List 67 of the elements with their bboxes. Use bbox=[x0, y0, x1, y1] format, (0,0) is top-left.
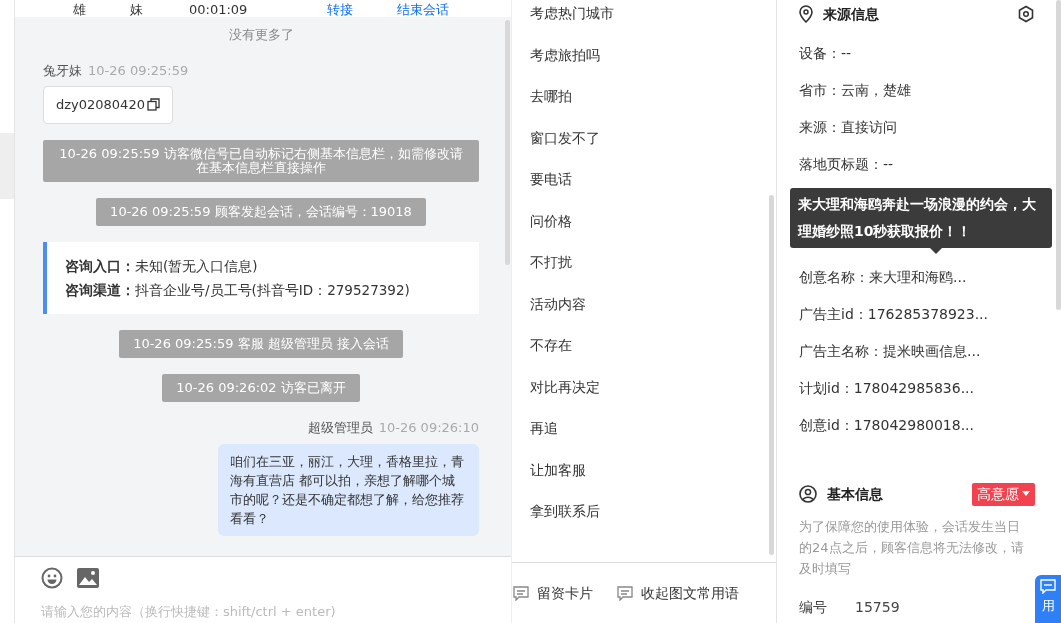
field-value: 抖音企业号/员工号(抖音号ID：279527392) bbox=[135, 281, 410, 298]
quick-phrase[interactable]: 考虑热门城市 bbox=[530, 5, 614, 21]
field-value: 15759 bbox=[855, 598, 900, 617]
field-label: 咨询渠道： bbox=[65, 281, 135, 298]
image-icon[interactable] bbox=[77, 568, 99, 588]
scrollbar[interactable] bbox=[769, 195, 774, 555]
message-icon bbox=[513, 585, 529, 601]
info-row-text: 设备：-- bbox=[799, 44, 853, 63]
action-button[interactable]: 收起图文常用语 bbox=[617, 582, 739, 604]
quick-phrase[interactable]: 不打扰 bbox=[530, 254, 572, 270]
header-cell: 雄 bbox=[73, 2, 86, 17]
message-icon bbox=[617, 585, 633, 601]
quick-phrase[interactable]: 窗口发不了 bbox=[530, 129, 600, 146]
info-row-text: 计划id：178042985836... bbox=[799, 379, 975, 398]
caret-icon bbox=[1022, 491, 1030, 497]
quick-phrase[interactable]: 再追 bbox=[530, 420, 558, 436]
action-button[interactable]: 留资卡片 bbox=[513, 582, 593, 604]
header-cell: 00:01:09 bbox=[189, 2, 248, 17]
info-row-text: 广告主名称：提米映画信息... bbox=[799, 342, 982, 361]
message-icon bbox=[1040, 579, 1056, 594]
section-title: 来源信息 bbox=[823, 4, 879, 24]
quick-phrase[interactable]: 去哪拍 bbox=[530, 88, 572, 104]
quick-phrase[interactable]: 让加客服 bbox=[530, 461, 586, 478]
quick-phrase[interactable]: 拿到联系后 bbox=[530, 503, 600, 519]
quick-phrase[interactable]: 考虑旅拍吗 bbox=[530, 46, 600, 63]
system-message: 10-26 09:25:59 访客微信号已自动标记右侧基本信息栏，如需修改请在基本信息栏直接操作 bbox=[43, 139, 479, 182]
info-row-text: 广告主id：176285378923... bbox=[799, 305, 989, 324]
copy-icon[interactable] bbox=[146, 98, 160, 112]
header-link[interactable]: 结束会话 bbox=[397, 2, 450, 17]
message-time: 10-26 09:25:59 bbox=[88, 62, 189, 78]
message-input[interactable]: 请输入您的内容（换行快捷键：shift/ctrl + enter) bbox=[15, 589, 511, 623]
info-row-text: 落地页标题：-- bbox=[799, 155, 895, 174]
tooltip-arrow-icon bbox=[930, 248, 942, 254]
system-message: 10-26 09:26:02 访客已离开 bbox=[162, 374, 360, 402]
message-time: 10-26 09:26:10 bbox=[378, 420, 479, 435]
info-row-text: 创意名称：来大理和海鸥... bbox=[799, 268, 968, 287]
system-message: 10-26 09:25:59 顾客发起会话，会话编号：19018 bbox=[96, 197, 426, 226]
scrollbar[interactable] bbox=[1056, 0, 1061, 310]
tooltip: 来大理和海鸥奔赴一场浪漫的约会，大理婚纱照10秒获取报价！！ bbox=[790, 188, 1052, 248]
location-pin-icon bbox=[799, 5, 813, 23]
message-text: dzy02080420 bbox=[56, 96, 145, 114]
settings-icon[interactable] bbox=[1017, 5, 1035, 23]
quick-phrase[interactable]: 不存在 bbox=[530, 337, 572, 353]
intent-dropdown[interactable]: 高意愿 bbox=[972, 482, 1035, 506]
quick-phrase[interactable]: 对比再决定 bbox=[530, 378, 600, 395]
emoji-icon[interactable] bbox=[41, 567, 63, 589]
header-link[interactable]: 转接 bbox=[327, 2, 354, 17]
quick-phrase[interactable]: 活动内容 bbox=[530, 295, 586, 312]
user-icon bbox=[799, 485, 817, 503]
info-row-text: 创意id：178042980018... bbox=[799, 416, 975, 435]
info-row-text: 来源：直接访问 bbox=[799, 118, 898, 137]
field-label: 编号 bbox=[799, 598, 827, 617]
info-row-text: 省市：云南，楚雄 bbox=[799, 81, 912, 100]
system-message: 10-26 09:25:59 客服 超级管理员 接入会话 bbox=[119, 330, 403, 358]
quick-phrase[interactable]: 要电话 bbox=[530, 171, 572, 187]
section-title: 基本信息 bbox=[827, 484, 883, 504]
field-value: 未知(暂无入口信息) bbox=[135, 257, 258, 274]
sender-name: 兔牙妹 bbox=[43, 62, 82, 78]
quick-phrase[interactable]: 问价格 bbox=[530, 212, 572, 229]
scrollbar[interactable] bbox=[505, 20, 510, 265]
help-button[interactable]: 用 bbox=[1035, 575, 1061, 623]
sender-name: 超级管理员 bbox=[307, 420, 373, 435]
no-more-text: 没有更多了 bbox=[227, 26, 295, 44]
header-cell: 妹 bbox=[130, 2, 143, 17]
field-label: 咨询入口： bbox=[65, 257, 135, 274]
notice-text: 为了保障您的使用体验，会话发生当日的24点之后，顾客信息将无法修改，请及时填写 bbox=[799, 518, 1025, 578]
message-bubble: 咱们在三亚，丽江，大理，香格里拉，青海有直营店 都可以拍，亲想了解哪个城市的呢？还是不确定都想了解，给您推荐看看？ bbox=[218, 443, 479, 536]
